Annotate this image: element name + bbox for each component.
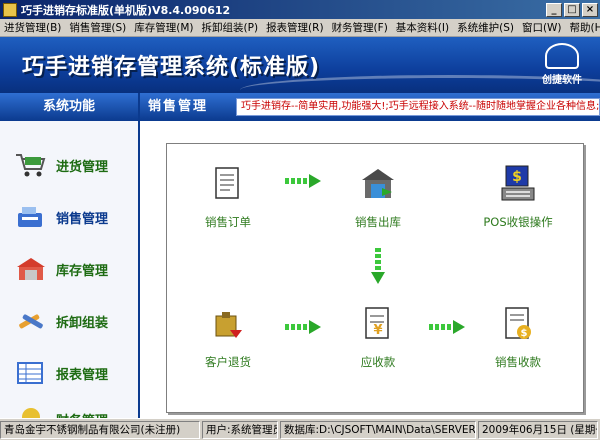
sidebar-item-label: 拆卸组装	[56, 315, 109, 331]
tools-icon	[14, 307, 48, 335]
menu-bar: 进货管理(B) 销售管理(S) 库存管理(M) 拆卸组装(P) 报表管理(R) …	[0, 19, 600, 37]
register-icon	[14, 203, 48, 231]
flow-node-label: 销售收款	[495, 355, 541, 369]
status-company: 青岛金宇不锈钢制品有限公司(未注册)	[0, 420, 200, 439]
flow-arrow-right-icon	[285, 320, 321, 334]
warehouse-out-icon	[358, 164, 398, 204]
flow-node-receivable[interactable]: ¥ 应收款	[333, 304, 423, 370]
cart-icon	[14, 151, 48, 179]
sidebar-item-label: 进货管理	[56, 159, 109, 175]
sidebar: 系统功能 进货管理 销售管理 库存管理 拆卸组装 报表管理 财务管理	[0, 93, 140, 418]
flow-node-sales-receipt[interactable]: $ 销售收款	[473, 304, 563, 370]
status-bar: 青岛金宇不锈钢制品有限公司(未注册) 用户:系统管理员 数据库:D:\CJSOF…	[0, 418, 600, 440]
flow-arrow-right-icon	[285, 174, 321, 188]
app-banner: 巧手进销存管理系统(标准版) 创捷软件	[0, 37, 600, 93]
sidebar-header: 系统功能	[0, 93, 138, 121]
flow-node-customer-return[interactable]: 客户退货	[183, 304, 273, 370]
menu-finance[interactable]: 财务管理(F)	[328, 20, 392, 35]
receivable-icon: ¥	[358, 304, 398, 344]
menu-sales[interactable]: 销售管理(S)	[65, 20, 130, 35]
pos-terminal-icon: $	[498, 164, 538, 204]
module-header: 销售管理 巧手进销存--简单实用,功能强大!;巧手远程接入系统--随时随地掌握企…	[140, 93, 600, 121]
flow-node-label: 销售订单	[205, 215, 251, 229]
svg-text:¥: ¥	[373, 323, 382, 338]
module-title: 销售管理	[148, 99, 209, 114]
restore-button[interactable]: □	[564, 2, 580, 17]
news-ticker: 巧手进销存--简单实用,功能强大!;巧手远程接入系统--随时随地掌握企业各种信息…	[236, 98, 600, 116]
menu-reports[interactable]: 报表管理(R)	[262, 20, 328, 35]
flow-node-label: 客户退货	[205, 355, 251, 369]
return-goods-icon	[208, 304, 248, 344]
svg-text:$: $	[521, 328, 528, 339]
sidebar-item-finance[interactable]: 财务管理	[14, 405, 108, 418]
flow-node-label: 应收款	[360, 355, 396, 369]
flow-node-pos[interactable]: $ POS收银操作	[473, 164, 563, 230]
menu-window[interactable]: 窗口(W)	[518, 20, 566, 35]
sidebar-item-reports[interactable]: 报表管理	[14, 359, 108, 387]
menu-basic-data[interactable]: 基本资料(I)	[392, 20, 453, 35]
sales-receipt-icon: $	[498, 304, 538, 344]
sidebar-item-assembly[interactable]: 拆卸组装	[14, 307, 108, 335]
brand-name: 创捷软件	[542, 75, 582, 86]
flow-node-label: 销售出库	[355, 215, 401, 229]
status-date: 2009年06月15日 (星期一)	[478, 420, 598, 439]
window-title: 巧手进销存标准版(单机版)V8.4.090612	[21, 3, 231, 17]
banner-title: 巧手进销存管理系统(标准版)	[22, 55, 321, 80]
brand-logo: 创捷软件	[532, 43, 592, 86]
flow-arrow-right-icon	[429, 320, 465, 334]
flow-node-label: POS收银操作	[483, 215, 553, 229]
finance-icon	[14, 405, 48, 418]
sidebar-item-inventory[interactable]: 库存管理	[14, 255, 108, 283]
menu-system[interactable]: 系统维护(S)	[453, 20, 518, 35]
menu-help[interactable]: 帮助(H)	[566, 20, 600, 35]
sidebar-item-label: 销售管理	[56, 211, 109, 227]
menu-assembly[interactable]: 拆卸组装(P)	[198, 20, 263, 35]
flow-node-sales-outbound[interactable]: 销售出库	[333, 164, 423, 230]
status-database: 数据库:D:\CJSOFT\MAIN\Data\SERVER.DB	[280, 420, 476, 439]
status-user: 用户:系统管理员	[202, 420, 278, 439]
sidebar-item-label: 报表管理	[56, 367, 109, 383]
warehouse-icon	[14, 255, 48, 283]
sidebar-item-sales[interactable]: 销售管理	[14, 203, 108, 231]
close-button[interactable]: ×	[582, 2, 598, 17]
sidebar-item-purchase[interactable]: 进货管理	[14, 151, 108, 179]
menu-purchase[interactable]: 进货管理(B)	[0, 20, 65, 35]
svg-text:$: $	[512, 169, 522, 185]
sidebar-item-label: 库存管理	[56, 263, 109, 279]
flow-workspace: 销售订单 销售出库 $ POS收银操作 客户退货 ¥ 应收款 $ 销售收款	[166, 143, 584, 413]
title-bar: 巧手进销存标准版(单机版)V8.4.090612 _ □ ×	[0, 0, 600, 19]
app-icon	[3, 2, 17, 17]
report-icon	[14, 359, 48, 387]
menu-inventory[interactable]: 库存管理(M)	[130, 20, 197, 35]
brand-logo-icon	[545, 43, 579, 69]
sidebar-item-label: 财务管理	[56, 410, 108, 419]
main-panel: 销售管理 巧手进销存--简单实用,功能强大!;巧手远程接入系统--随时随地掌握企…	[140, 93, 600, 418]
document-icon	[208, 164, 248, 204]
flow-node-sales-order[interactable]: 销售订单	[183, 164, 273, 230]
flow-arrow-down-icon	[371, 248, 385, 284]
minimize-button[interactable]: _	[546, 2, 562, 17]
